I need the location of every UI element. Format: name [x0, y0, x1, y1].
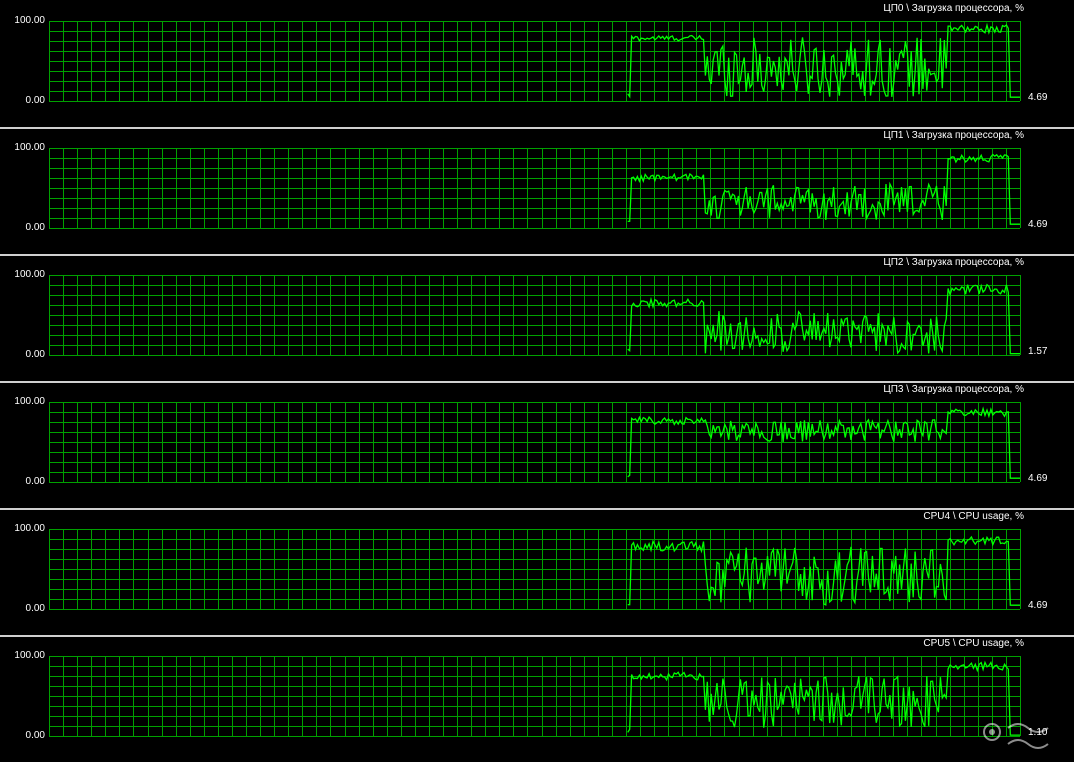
plot-area: [49, 21, 1021, 102]
plot-area: [49, 529, 1021, 610]
grid: [49, 529, 1021, 610]
chart-title: ЦП1 \ Загрузка процессора, %: [883, 130, 1024, 141]
cpu-panel-3: ЦП3 \ Загрузка процессора, % 100.00 0.00 4.…: [0, 381, 1074, 508]
y-axis-min-label: 0.00: [25, 95, 45, 106]
plot-area: [49, 656, 1021, 737]
y-axis-max-label: 100.00: [14, 650, 45, 661]
current-value-label: 4.69: [1028, 473, 1048, 484]
plot-area: [49, 148, 1021, 229]
plot-area: [49, 275, 1021, 356]
y-axis-max-label: 100.00: [14, 15, 45, 26]
current-value-label: 1.57: [1028, 346, 1048, 357]
chart-title: CPU4 \ CPU usage, %: [923, 511, 1024, 522]
grid: [49, 148, 1021, 229]
y-axis-max-label: 100.00: [14, 269, 45, 280]
chart-title: ЦП3 \ Загрузка процессора, %: [883, 384, 1024, 395]
plot-area: [49, 402, 1021, 483]
cpu-panel-1: ЦП1 \ Загрузка процессора, % 100.00 0.00 4.…: [0, 127, 1074, 254]
current-value-label: 4.69: [1028, 219, 1048, 230]
grid: [49, 21, 1021, 102]
y-axis-min-label: 0.00: [25, 603, 45, 614]
cpu-panel-4: CPU4 \ CPU usage, % 100.00 0.00 4.69: [0, 508, 1074, 635]
current-value-label: 4.69: [1028, 600, 1048, 611]
y-axis-max-label: 100.00: [14, 523, 45, 534]
y-axis-min-label: 0.00: [25, 476, 45, 487]
cpu-panel-0: ЦП0 \ Загрузка процессора, % 100.00 0.00 4.…: [0, 0, 1074, 127]
y-axis-max-label: 100.00: [14, 396, 45, 407]
y-axis-min-label: 0.00: [25, 730, 45, 741]
y-axis-min-label: 0.00: [25, 349, 45, 360]
chart-title: ЦП0 \ Загрузка процессора, %: [883, 3, 1024, 14]
grid: [49, 402, 1021, 483]
grid: [49, 656, 1021, 737]
y-axis-min-label: 0.00: [25, 222, 45, 233]
chart-title: CPU5 \ CPU usage, %: [923, 638, 1024, 649]
chart-title: ЦП2 \ Загрузка процессора, %: [883, 257, 1024, 268]
y-axis-max-label: 100.00: [14, 142, 45, 153]
watermark-logo-icon: [983, 723, 1049, 749]
current-value-label: 4.69: [1028, 92, 1048, 103]
cpu-panel-2: ЦП2 \ Загрузка процессора, % 100.00 0.00 1.…: [0, 254, 1074, 381]
cpu-panel-5: CPU5 \ CPU usage, % 100.00 0.00 1.10: [0, 635, 1074, 762]
grid: [49, 275, 1021, 356]
